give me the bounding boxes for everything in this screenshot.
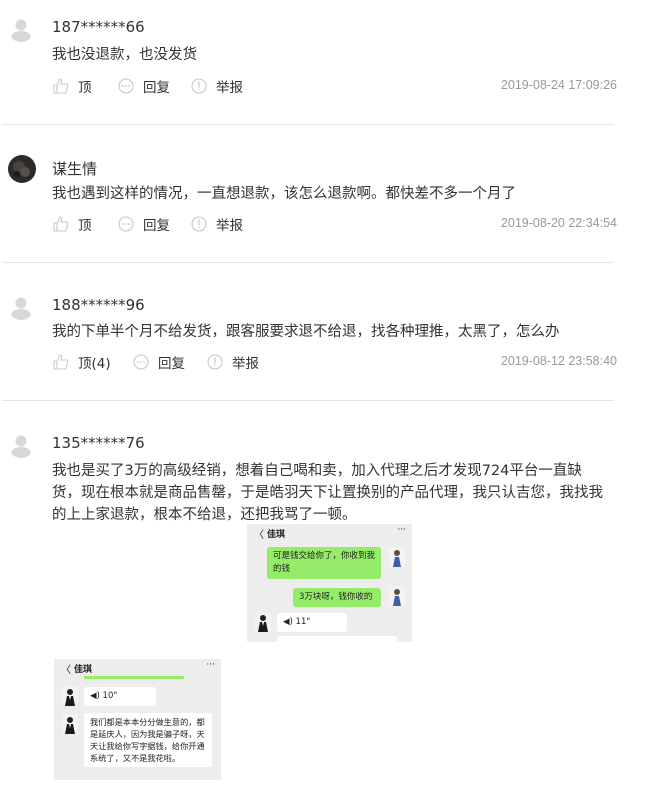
like-label: 顶(4) — [78, 356, 111, 372]
reply-button[interactable]: 回复 — [117, 76, 170, 96]
more-icon: ··· — [397, 525, 406, 535]
report-button[interactable]: 举报 — [206, 352, 259, 372]
report-label: 举报 — [216, 218, 243, 234]
chat-message-bubble-partial — [277, 636, 397, 642]
warning-icon — [190, 215, 208, 233]
avatar[interactable] — [8, 16, 34, 42]
timestamp: 2019-08-12 23:58:40 — [500, 354, 617, 368]
reply-button[interactable]: 回复 — [117, 214, 170, 234]
avatar[interactable] — [8, 294, 34, 320]
report-button[interactable]: 举报 — [190, 214, 243, 234]
like-button[interactable]: 顶 — [52, 76, 92, 96]
chat-contact-name: 佳琪 — [74, 665, 93, 675]
comment-text: 我也没退款，也没发货 — [52, 47, 197, 63]
avatar — [62, 686, 78, 706]
more-icon: ··· — [206, 660, 215, 670]
comment-text: 我的下单半个月不给发货，跟客服要求退不给退，找各种理推，太黑了，怎么办 — [52, 324, 560, 340]
warning-icon — [190, 77, 208, 95]
chat-contact-name: 佳琪 — [267, 530, 286, 540]
avatar[interactable] — [8, 155, 36, 183]
avatar — [62, 714, 78, 734]
chat-message-bubble: 我们都是本本分分做生意的，都是延庆人，因为我是骗子呀，天天让我给你写字据钱，给你… — [84, 713, 212, 767]
avatar — [389, 586, 405, 606]
reply-button[interactable]: 回复 — [132, 352, 185, 372]
chat-bubble-icon — [132, 353, 150, 371]
reply-label: 回复 — [143, 80, 170, 96]
comment-username[interactable]: 187******66 — [52, 18, 145, 36]
thumbs-up-icon — [52, 77, 70, 95]
chat-screenshot-image[interactable]: 〈 佳琪 ··· 可是钱交给你了，你收到我的钱 3万块呀，钱你收的 ◀) 11" — [247, 524, 412, 642]
report-label: 举报 — [232, 356, 259, 372]
like-label: 顶 — [78, 80, 92, 96]
comment-username[interactable]: 谋生情 — [52, 158, 97, 179]
timestamp: 2019-08-24 17:09:26 — [500, 78, 617, 92]
avatar — [389, 547, 405, 567]
divider — [2, 124, 614, 125]
like-button[interactable]: 顶(4) — [52, 352, 111, 372]
reply-label: 回复 — [158, 356, 185, 372]
chat-bubble-icon — [117, 77, 135, 95]
warning-icon — [206, 353, 224, 371]
comment-text: 我也遇到这样的情况，一直想退款，该怎么退款啊。都快差不多一个月了 — [52, 186, 516, 202]
avatar — [255, 612, 271, 632]
comment-actions: 顶(4) 回复 举报 2019-08-12 23:58:40 — [52, 352, 617, 372]
timestamp: 2019-08-20 22:34:54 — [500, 216, 617, 230]
comment-actions: 顶 回复 举报 2019-08-20 22:34:54 — [52, 214, 617, 234]
back-arrow-icon: 〈 — [61, 665, 71, 676]
comment-username[interactable]: 188******96 — [52, 296, 145, 314]
divider — [2, 400, 614, 401]
divider — [2, 262, 614, 263]
comment-username[interactable]: 135******76 — [52, 434, 145, 452]
report-label: 举报 — [216, 80, 243, 96]
like-button[interactable]: 顶 — [52, 214, 92, 234]
voice-message: ◀) 10" — [84, 687, 156, 706]
chat-header: 〈 佳琪 ··· — [247, 524, 412, 542]
chat-message-bubble: 3万块呀，钱你收的 — [293, 588, 381, 607]
avatar[interactable] — [8, 432, 34, 458]
report-button[interactable]: 举报 — [190, 76, 243, 96]
chat-screenshot-image[interactable]: 〈 佳琪 ··· ◀) 10" 我们都是本本分分做生意的，都是延庆人，因为我是骗… — [54, 659, 221, 780]
chat-message-bubble: 可是钱交给你了，你收到我的钱 — [267, 547, 381, 579]
chat-bubble-icon — [117, 215, 135, 233]
voice-message: ◀) 11" — [277, 613, 347, 632]
back-arrow-icon: 〈 — [254, 530, 264, 541]
comment-actions: 顶 回复 举报 2019-08-24 17:09:26 — [52, 76, 617, 96]
reply-label: 回复 — [143, 218, 170, 234]
comment-text: 我也是买了3万的高级经销，想着自己喝和卖，加入代理之后才发现724平台一直缺货，… — [52, 463, 603, 523]
thumbs-up-icon — [52, 215, 70, 233]
thumbs-up-icon — [52, 353, 70, 371]
green-strip — [84, 676, 184, 679]
like-label: 顶 — [78, 218, 92, 234]
chat-header: 〈 佳琪 ··· — [54, 659, 221, 677]
